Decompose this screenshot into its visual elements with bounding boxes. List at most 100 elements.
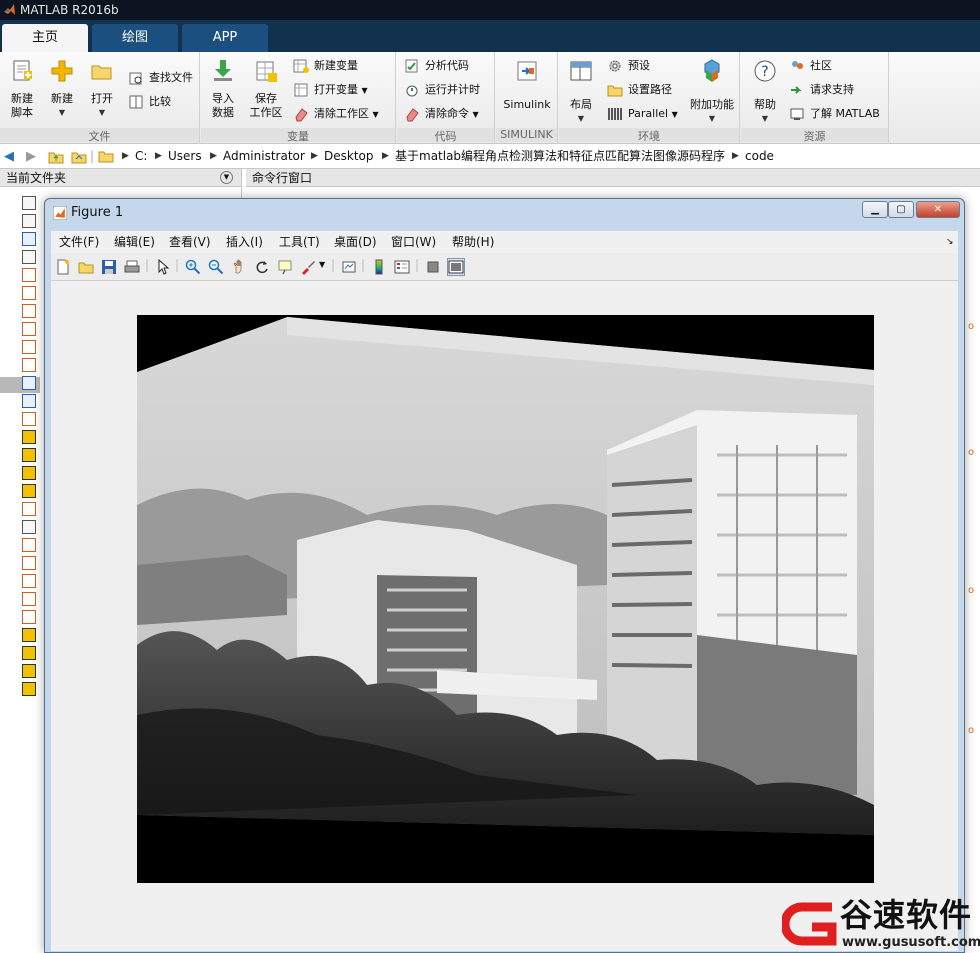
fig-file-icon[interactable] bbox=[22, 394, 36, 408]
up-folder-icon[interactable] bbox=[48, 149, 64, 165]
pdf-file-icon[interactable] bbox=[22, 214, 36, 228]
compare-button[interactable]: 比较 bbox=[128, 92, 171, 112]
m-file-icon[interactable] bbox=[22, 322, 36, 336]
import-data-button[interactable]: 导入 数据 bbox=[205, 58, 241, 120]
forward-arrow-icon[interactable]: ▶ bbox=[26, 144, 36, 169]
link-plot-icon[interactable] bbox=[341, 259, 357, 275]
menu-file[interactable]: 文件(F) bbox=[59, 231, 99, 253]
jpg-file-icon[interactable] bbox=[22, 664, 36, 678]
m-file-icon[interactable] bbox=[22, 538, 36, 552]
back-arrow-icon[interactable]: ◀ bbox=[4, 144, 14, 169]
path-segment[interactable]: Users bbox=[168, 144, 202, 169]
tab-apps[interactable]: APP bbox=[182, 24, 268, 52]
community-button[interactable]: 社区 bbox=[789, 56, 832, 76]
grayscale-building-photo bbox=[137, 315, 874, 883]
analyze-code-button[interactable]: 分析代码 bbox=[404, 56, 469, 76]
colorbar-icon[interactable] bbox=[371, 259, 387, 275]
jpg-file-icon[interactable] bbox=[22, 628, 36, 642]
jpg-file-icon[interactable] bbox=[22, 430, 36, 444]
current-folder-header: 当前文件夹 ▼ bbox=[0, 169, 241, 187]
menu-window[interactable]: 窗口(W) bbox=[391, 231, 436, 253]
print-icon[interactable] bbox=[124, 259, 140, 275]
chevron-down-icon[interactable]: ▼ bbox=[319, 260, 325, 269]
m-file-icon[interactable] bbox=[22, 592, 36, 606]
tab-home[interactable]: 主页 bbox=[2, 24, 88, 52]
new-script-button[interactable]: 新建 脚本 bbox=[4, 58, 40, 120]
menu-edit[interactable]: 编辑(E) bbox=[114, 231, 155, 253]
simulink-button[interactable]: Simulink bbox=[500, 58, 554, 112]
help-button[interactable]: ? 帮助 ▼ bbox=[745, 58, 785, 126]
preferences-button[interactable]: 预设 bbox=[607, 56, 650, 76]
show-plot-tools-icon[interactable] bbox=[447, 258, 465, 276]
pointer-icon[interactable] bbox=[155, 259, 171, 275]
rotate-3d-icon[interactable] bbox=[254, 259, 270, 275]
clear-workspace-button[interactable]: 清除工作区 ▼ bbox=[293, 104, 379, 124]
open-button[interactable]: 打开 ▼ bbox=[84, 58, 120, 120]
set-path-button[interactable]: 设置路径 bbox=[607, 80, 672, 100]
divider: | bbox=[90, 149, 95, 163]
panel-menu-icon[interactable]: ▼ bbox=[220, 171, 233, 184]
fig-file-icon[interactable] bbox=[22, 232, 36, 246]
minimize-button[interactable]: ▁ bbox=[862, 201, 888, 218]
m-file-icon[interactable] bbox=[22, 340, 36, 354]
find-files-button[interactable]: 查找文件 bbox=[128, 68, 193, 88]
jpg-file-icon[interactable] bbox=[22, 682, 36, 696]
menu-view[interactable]: 查看(V) bbox=[169, 231, 211, 253]
learn-matlab-button[interactable]: 了解 MATLAB bbox=[789, 104, 880, 124]
layout-button[interactable]: 布局 ▼ bbox=[562, 58, 600, 126]
m-file-icon[interactable] bbox=[22, 304, 36, 318]
hide-plot-tools-icon[interactable] bbox=[425, 259, 441, 275]
open-file-icon[interactable] bbox=[78, 259, 94, 275]
new-button[interactable]: 新建 ▼ bbox=[44, 58, 80, 120]
path-segment[interactable]: Desktop bbox=[324, 144, 374, 169]
parallel-button[interactable]: Parallel ▼ bbox=[607, 104, 678, 124]
tab-plots[interactable]: 绘图 bbox=[92, 24, 178, 52]
new-variable-button[interactable]: 新建变量 bbox=[293, 56, 358, 76]
path-segment[interactable]: Administrator bbox=[223, 144, 305, 169]
path-segment[interactable]: C: bbox=[135, 144, 147, 169]
brush-icon[interactable] bbox=[300, 259, 316, 275]
browse-folder-icon[interactable] bbox=[71, 149, 87, 165]
path-segment[interactable]: 基于matlab编程角点检测算法和特征点匹配算法图像源码程序 bbox=[395, 144, 725, 169]
m-file-icon[interactable] bbox=[22, 268, 36, 282]
request-support-button[interactable]: 请求支持 bbox=[789, 80, 854, 100]
close-button[interactable]: ✕ bbox=[916, 201, 960, 218]
m-file-icon[interactable] bbox=[22, 358, 36, 372]
dock-arrow-icon[interactable]: ↘ bbox=[946, 231, 954, 253]
menu-tools[interactable]: 工具(T) bbox=[279, 231, 320, 253]
doc-file-icon[interactable] bbox=[22, 520, 36, 534]
m-file-icon[interactable] bbox=[22, 556, 36, 570]
doc-file-icon[interactable] bbox=[22, 250, 36, 264]
figure-title-bar[interactable]: Figure 1 ▁ ▢ ✕ bbox=[45, 199, 964, 227]
path-segment[interactable]: code bbox=[745, 144, 774, 169]
m-file-icon[interactable] bbox=[22, 286, 36, 300]
m-file-icon[interactable] bbox=[22, 412, 36, 426]
new-figure-icon[interactable] bbox=[55, 259, 71, 275]
jpg-file-icon[interactable] bbox=[22, 484, 36, 498]
menu-insert[interactable]: 插入(I) bbox=[226, 231, 263, 253]
fig-file-icon[interactable] bbox=[22, 376, 36, 390]
jpg-file-icon[interactable] bbox=[22, 646, 36, 660]
add-ons-button[interactable]: 附加功能 ▼ bbox=[687, 58, 737, 126]
jpg-file-icon[interactable] bbox=[22, 466, 36, 480]
save-icon[interactable] bbox=[101, 259, 117, 275]
zoom-in-icon[interactable] bbox=[185, 259, 201, 275]
menu-desktop[interactable]: 桌面(D) bbox=[334, 231, 377, 253]
run-and-time-button[interactable]: 运行并计时 bbox=[404, 80, 480, 100]
variable-group: 导入 数据 保存 工作区 新建变量 打开变量 ▼ 清除工作区 ▼ 变量 bbox=[201, 52, 396, 144]
maximize-button[interactable]: ▢ bbox=[888, 201, 914, 218]
image-axes[interactable] bbox=[137, 315, 874, 883]
doc-file-icon[interactable] bbox=[22, 196, 36, 210]
zoom-out-icon[interactable] bbox=[208, 259, 224, 275]
open-variable-button[interactable]: 打开变量 ▼ bbox=[293, 80, 368, 100]
jpg-file-icon[interactable] bbox=[22, 448, 36, 462]
m-file-icon[interactable] bbox=[22, 574, 36, 588]
pan-icon[interactable] bbox=[231, 259, 247, 275]
data-cursor-icon[interactable] bbox=[277, 259, 293, 275]
legend-icon[interactable] bbox=[394, 259, 410, 275]
m-file-icon[interactable] bbox=[22, 502, 36, 516]
m-file-icon[interactable] bbox=[22, 610, 36, 624]
clear-commands-button[interactable]: 清除命令 ▼ bbox=[404, 104, 479, 124]
menu-help[interactable]: 帮助(H) bbox=[452, 231, 494, 253]
save-workspace-button[interactable]: 保存 工作区 bbox=[245, 58, 287, 120]
